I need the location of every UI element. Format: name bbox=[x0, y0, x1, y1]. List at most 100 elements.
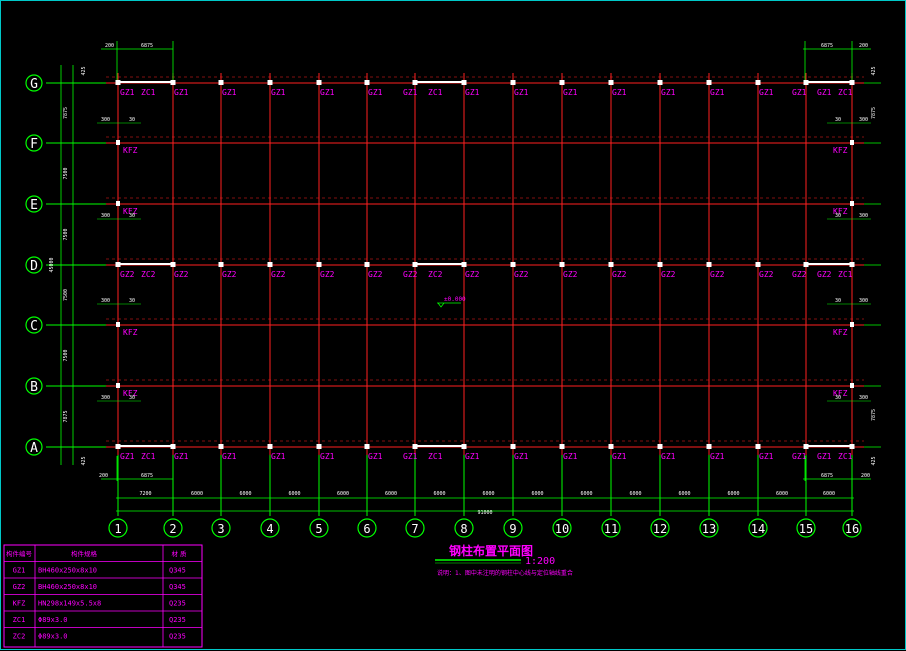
bottom-dim-left-a: 200 bbox=[99, 473, 108, 479]
column-marker bbox=[706, 80, 712, 85]
column-marker bbox=[115, 444, 121, 449]
column-marker bbox=[115, 262, 121, 267]
column-bubble-label: 6 bbox=[363, 522, 370, 536]
column-marker bbox=[559, 80, 565, 85]
column-marker bbox=[218, 80, 224, 85]
table-cell-spec: BH460x250x8x10 bbox=[38, 583, 97, 591]
column-marker bbox=[755, 80, 761, 85]
edge-dim-top: 425 bbox=[81, 66, 87, 75]
column-bubble-label: 3 bbox=[217, 522, 224, 536]
column-spacing-dim: 6000 bbox=[433, 491, 445, 497]
column-marker bbox=[364, 262, 370, 267]
column-bubble-label: 10 bbox=[555, 522, 569, 536]
column-bubble-label: 4 bbox=[266, 522, 273, 536]
column-label: GZ1 bbox=[514, 452, 529, 461]
column-spacing-dim: 6000 bbox=[191, 491, 203, 497]
side-tiny-dim-right: 30 bbox=[835, 298, 841, 304]
column-marker bbox=[267, 444, 273, 449]
row-spacing-dim: 7875 bbox=[63, 107, 69, 119]
column-label: GZ1 bbox=[661, 452, 676, 461]
column-label: GZ2 bbox=[120, 270, 135, 279]
kfz-marker-right bbox=[850, 140, 854, 145]
column-spacing-dim: 6000 bbox=[727, 491, 739, 497]
column-label: GZ1 bbox=[465, 452, 480, 461]
kfz-marker-left bbox=[116, 383, 120, 388]
row-spacing-dim: 7875 bbox=[63, 410, 69, 422]
column-label: GZ1 bbox=[320, 452, 335, 461]
elevation-symbol bbox=[437, 302, 461, 308]
side-small-dim-right: 300 bbox=[859, 298, 868, 304]
column-bubble-label: 8 bbox=[460, 522, 467, 536]
column-marker bbox=[559, 262, 565, 267]
column-marker bbox=[170, 80, 176, 85]
column-spacing-dim: 6000 bbox=[385, 491, 397, 497]
column-marker bbox=[657, 262, 663, 267]
column-marker bbox=[849, 444, 855, 449]
top-dim-right-a: 200 bbox=[859, 43, 868, 49]
side-tiny-dim-right: 30 bbox=[835, 213, 841, 219]
row-bubble-label: B bbox=[30, 380, 38, 395]
column-label: GZ2 bbox=[661, 270, 676, 279]
table-cell-spec: HN298x149x5.5x8 bbox=[38, 600, 101, 608]
drawing-canvas: G F E D C B A 1 2 3 4 5 6 7 8 9 10 11 12 13 14 15 16 7875 7500 75… bbox=[0, 0, 906, 650]
column-spacing-dim: 6000 bbox=[823, 491, 835, 497]
kfz-marker-left bbox=[116, 201, 120, 206]
column-bubble-label: 2 bbox=[169, 522, 176, 536]
column-spacing-dim: 6000 bbox=[531, 491, 543, 497]
column-label: GZ2 bbox=[320, 270, 335, 279]
table-cell-id: ZC2 bbox=[13, 633, 26, 641]
column-marker bbox=[412, 80, 418, 85]
column-label: GZ1 bbox=[563, 88, 578, 97]
column-marker bbox=[461, 262, 467, 267]
kfz-label-right: KFZ bbox=[833, 328, 848, 337]
column-spacing-dim: 6000 bbox=[239, 491, 251, 497]
row-bubble-label: G bbox=[30, 77, 38, 92]
table-cell-spec: BH460x250x8x10 bbox=[38, 567, 97, 575]
column-label: GZ1 bbox=[222, 452, 237, 461]
column-label: GZ2 bbox=[465, 270, 480, 279]
column-label: GZ1 bbox=[514, 88, 529, 97]
column-marker bbox=[115, 80, 121, 85]
column-bubble-label: 5 bbox=[315, 522, 322, 536]
column-label: GZ1 bbox=[368, 452, 383, 461]
edge-dim-bottom: 425 bbox=[81, 456, 87, 465]
bottom-dim-left-b: 6875 bbox=[141, 473, 153, 479]
column-marker bbox=[316, 444, 322, 449]
column-marker bbox=[170, 262, 176, 267]
drawing-title: 钢柱布置平面图 bbox=[449, 543, 533, 558]
row-bubble-label: F bbox=[30, 137, 38, 152]
column-marker bbox=[461, 80, 467, 85]
column-marker bbox=[267, 262, 273, 267]
table-cell-spec: Φ89x3.0 bbox=[38, 616, 68, 624]
row-bubble-label: C bbox=[30, 319, 38, 334]
row-spacing-right-bottom: 7875 bbox=[871, 409, 877, 421]
column-label: GZ1 bbox=[792, 452, 807, 461]
column-bubble-label: 9 bbox=[509, 522, 516, 536]
column-marker bbox=[803, 262, 809, 267]
column-label: GZ2 bbox=[174, 270, 189, 279]
column-label: GZ1 bbox=[759, 452, 774, 461]
column-label: ZC1 bbox=[141, 452, 156, 461]
column-bubble-label: 1 bbox=[114, 522, 121, 536]
column-label: GZ1 bbox=[817, 452, 832, 461]
column-marker bbox=[608, 80, 614, 85]
side-small-dim-left: 300 bbox=[101, 117, 110, 123]
column-spacing-dim: 6000 bbox=[580, 491, 592, 497]
top-dim-left-a: 200 bbox=[105, 43, 114, 49]
top-dim-left-b: 6875 bbox=[141, 43, 153, 49]
column-marker bbox=[510, 444, 516, 449]
table-cell-id: GZ1 bbox=[13, 567, 26, 575]
column-label: GZ1 bbox=[271, 452, 286, 461]
side-tiny-dim-right: 30 bbox=[835, 395, 841, 401]
table-cell-id: KFZ bbox=[13, 600, 26, 608]
column-bubble-label: 16 bbox=[845, 522, 859, 536]
side-tiny-dim-left: 30 bbox=[129, 298, 135, 304]
steel-column-plan: GFEDCBA1 2 3 4 5 6 7 8 9 10 11 12 13 14 15 167875750075… bbox=[3, 41, 881, 648]
column-label: GZ2 bbox=[792, 270, 807, 279]
column-bubble-label: 12 bbox=[653, 522, 667, 536]
column-marker bbox=[657, 444, 663, 449]
table-header: 构件编号 bbox=[6, 549, 33, 558]
kfz-marker-right bbox=[850, 322, 854, 327]
column-spacing-dim: 6000 bbox=[337, 491, 349, 497]
side-small-dim-right: 300 bbox=[859, 395, 868, 401]
